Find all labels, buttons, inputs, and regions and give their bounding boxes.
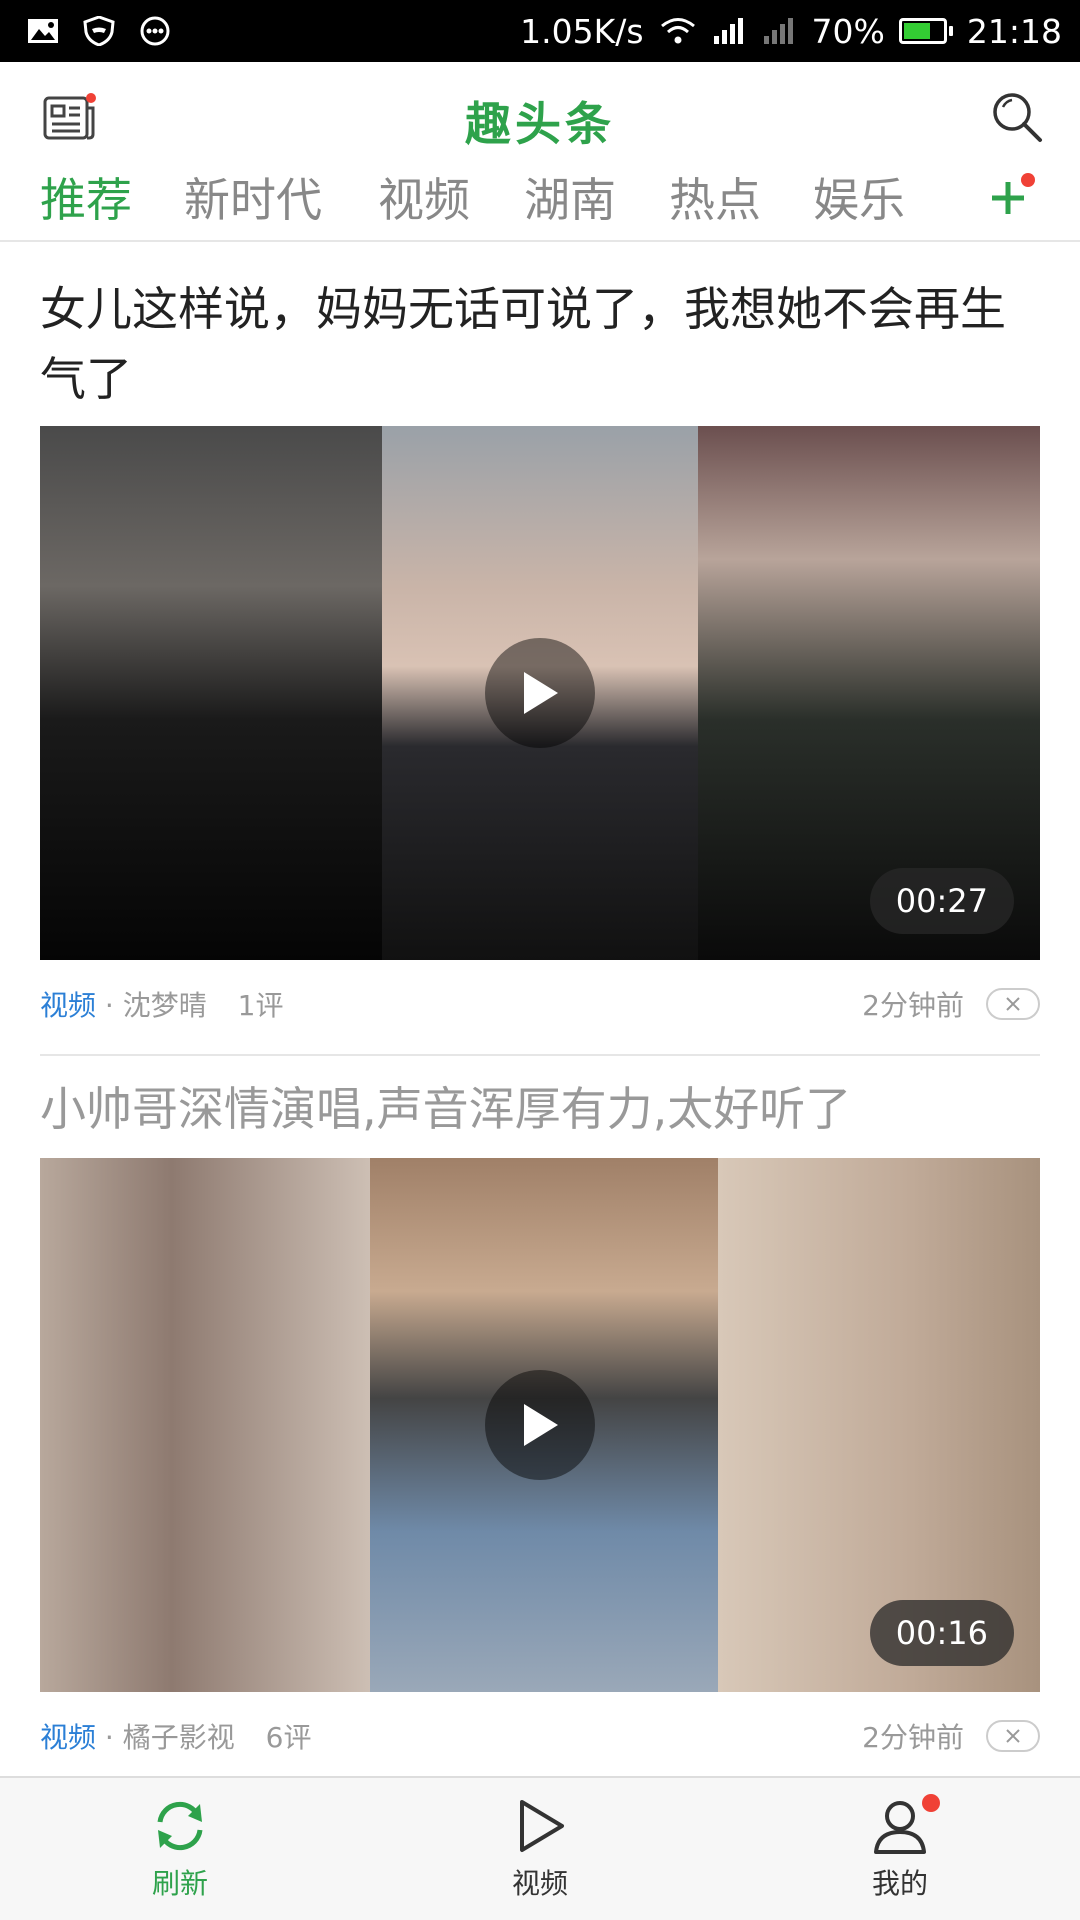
nav-mine[interactable]: 我的 xyxy=(800,1796,1000,1902)
video-duration: 00:16 xyxy=(869,1600,1014,1666)
tab-video[interactable]: 视频 xyxy=(378,164,470,230)
app-title: 趣头条 xyxy=(465,97,615,151)
publish-time: 2分钟前 xyxy=(862,1721,964,1754)
video-thumbnail[interactable]: 00:27 xyxy=(40,426,1040,960)
nav-video-label: 视频 xyxy=(511,1867,568,1900)
channel-tabs: 推荐 新时代 视频 湖南 热点 娱乐 xyxy=(0,162,1080,242)
play-icon[interactable] xyxy=(485,638,595,748)
video-duration: 00:27 xyxy=(869,868,1014,934)
wifi-icon xyxy=(660,18,695,44)
net-speed: 1.05K/s xyxy=(520,11,644,51)
refresh-icon xyxy=(157,1801,203,1851)
shield-icon xyxy=(83,16,115,46)
divider xyxy=(40,1054,1040,1056)
publish-time: 2分钟前 xyxy=(862,989,964,1022)
bottom-nav: 刷新 视频 我的 xyxy=(0,1776,1080,1920)
tab-hunan[interactable]: 湖南 xyxy=(524,164,616,230)
search-icon[interactable] xyxy=(990,90,1044,144)
source-label: 橘子影视 xyxy=(122,1721,235,1754)
dismiss-button[interactable] xyxy=(986,1720,1040,1752)
play-icon[interactable] xyxy=(485,1370,595,1480)
app-header: 趣头条 xyxy=(0,62,1080,172)
tab-recommend[interactable]: 推荐 xyxy=(40,164,132,230)
category-label: 视频 xyxy=(40,1721,97,1754)
nav-mine-label: 我的 xyxy=(871,1867,928,1900)
close-icon xyxy=(1006,1729,1020,1743)
add-channel-icon[interactable] xyxy=(984,170,1040,226)
category-label: 视频 xyxy=(40,989,97,1022)
comment-count: 1评 xyxy=(237,989,284,1022)
status-bar: 1.05K/s 70% 21:18 xyxy=(0,0,1080,62)
play-outline-icon xyxy=(520,1800,564,1852)
notification-badge xyxy=(922,1794,940,1812)
video-thumbnail[interactable]: 00:16 xyxy=(40,1158,1040,1692)
article-meta: 视频 · 沈梦晴 1评 2分钟前 xyxy=(40,984,1040,1034)
tab-entertainment[interactable]: 娱乐 xyxy=(813,164,905,230)
signal-icon xyxy=(713,18,743,44)
battery-icon xyxy=(898,18,953,44)
comment-count: 6评 xyxy=(265,1721,312,1754)
nav-refresh-label: 刷新 xyxy=(151,1867,208,1900)
tab-hot[interactable]: 热点 xyxy=(669,164,761,230)
nav-refresh[interactable]: 刷新 xyxy=(80,1796,280,1902)
close-icon xyxy=(1006,997,1020,1011)
source-label: 沈梦晴 xyxy=(122,989,207,1022)
article-title[interactable]: 小帅哥深情演唱,声音浑厚有力,太好听了 xyxy=(40,1074,1040,1144)
tab-new-era[interactable]: 新时代 xyxy=(184,164,322,230)
battery-percent: 70% xyxy=(811,11,885,51)
article-title[interactable]: 女儿这样说，妈妈无话可说了，我想她不会再生气了 xyxy=(40,274,1040,414)
clock: 21:18 xyxy=(966,11,1062,51)
dismiss-button[interactable] xyxy=(986,988,1040,1020)
image-icon xyxy=(28,19,58,43)
nav-video[interactable]: 视频 xyxy=(440,1796,640,1902)
signal-weak-icon xyxy=(763,18,793,44)
more-icon xyxy=(140,16,170,46)
user-icon xyxy=(874,1801,926,1854)
article-meta: 视频 · 橘子影视 6评 2分钟前 xyxy=(40,1716,1040,1766)
